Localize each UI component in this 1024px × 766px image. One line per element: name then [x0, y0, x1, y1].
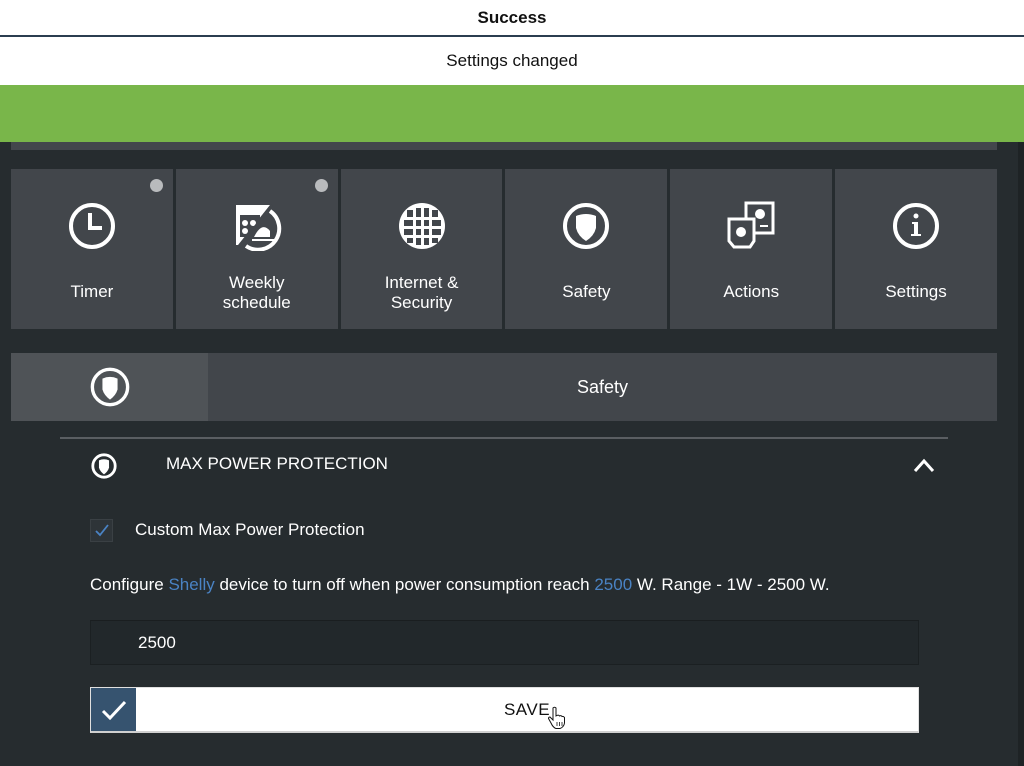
protection-description: Configure Shelly device to turn off when… — [90, 575, 830, 595]
scrollbar-track[interactable] — [1018, 142, 1024, 766]
check-icon — [94, 524, 109, 537]
shield-icon — [90, 367, 129, 407]
section-title: Safety — [576, 376, 629, 397]
check-icon — [101, 700, 126, 720]
tile-label: Settings — [885, 282, 947, 301]
toast-title: Success — [0, 0, 1024, 35]
custom-protection-label: Custom Max Power Protection — [135, 520, 365, 539]
max-power-protection-accordion[interactable]: MAX POWER PROTECTION — [60, 440, 948, 490]
tile-label: Weekly schedule — [222, 273, 291, 312]
accordion-title: MAX POWER PROTECTION — [166, 454, 388, 473]
feature-tiles: Timer Weekly schedule Internet & Securit… — [11, 169, 997, 329]
section-header: Safety — [11, 353, 997, 421]
tile-timer[interactable]: Timer — [11, 169, 173, 329]
device-name: Shelly — [168, 575, 215, 594]
max-power-input[interactable] — [90, 620, 919, 665]
info-icon — [893, 203, 940, 249]
page: Success Settings changed Timer Weekly sc… — [0, 0, 1024, 766]
tile-safety[interactable]: Safety — [505, 169, 668, 329]
tile-weekly-schedule[interactable]: Weekly schedule — [175, 169, 338, 329]
schedule-icon — [235, 204, 281, 251]
save-button[interactable]: SAVE — [136, 688, 918, 731]
tile-label: Internet & Security — [384, 273, 459, 312]
hand-cursor-icon — [547, 706, 565, 729]
indicator-dot — [149, 179, 163, 192]
shield-icon — [563, 203, 610, 249]
toast-accent-bar — [0, 85, 1024, 142]
save-label: SAVE — [503, 699, 551, 719]
toast-message: Settings changed — [0, 37, 1024, 85]
desc-suffix: W. Range - 1W - 2500 W. — [632, 575, 830, 594]
chevron-up-icon[interactable] — [912, 455, 936, 475]
actions-icon — [727, 201, 775, 249]
save-check-box — [91, 688, 136, 731]
header-sliver — [11, 142, 997, 150]
tile-internet-security[interactable]: Internet & Security — [340, 169, 503, 329]
globe-icon — [398, 203, 445, 249]
clock-icon — [68, 203, 115, 249]
tile-label: Safety — [562, 282, 611, 301]
desc-prefix: Configure — [90, 575, 169, 594]
tile-settings[interactable]: Settings — [835, 169, 997, 329]
tile-label: Actions — [723, 282, 780, 301]
tile-actions[interactable]: Actions — [670, 169, 833, 329]
power-limit-value: 2500 — [594, 575, 633, 594]
desc-middle: device to turn off when power consumptio… — [214, 575, 595, 594]
divider — [60, 437, 948, 439]
custom-protection-row: Custom Max Power Protection — [90, 516, 365, 544]
custom-protection-checkbox[interactable] — [90, 518, 113, 542]
shield-icon — [91, 453, 117, 479]
section-icon-box — [11, 353, 208, 421]
indicator-dot — [314, 179, 328, 192]
tile-label: Timer — [70, 282, 114, 301]
save-control: SAVE — [90, 687, 919, 733]
